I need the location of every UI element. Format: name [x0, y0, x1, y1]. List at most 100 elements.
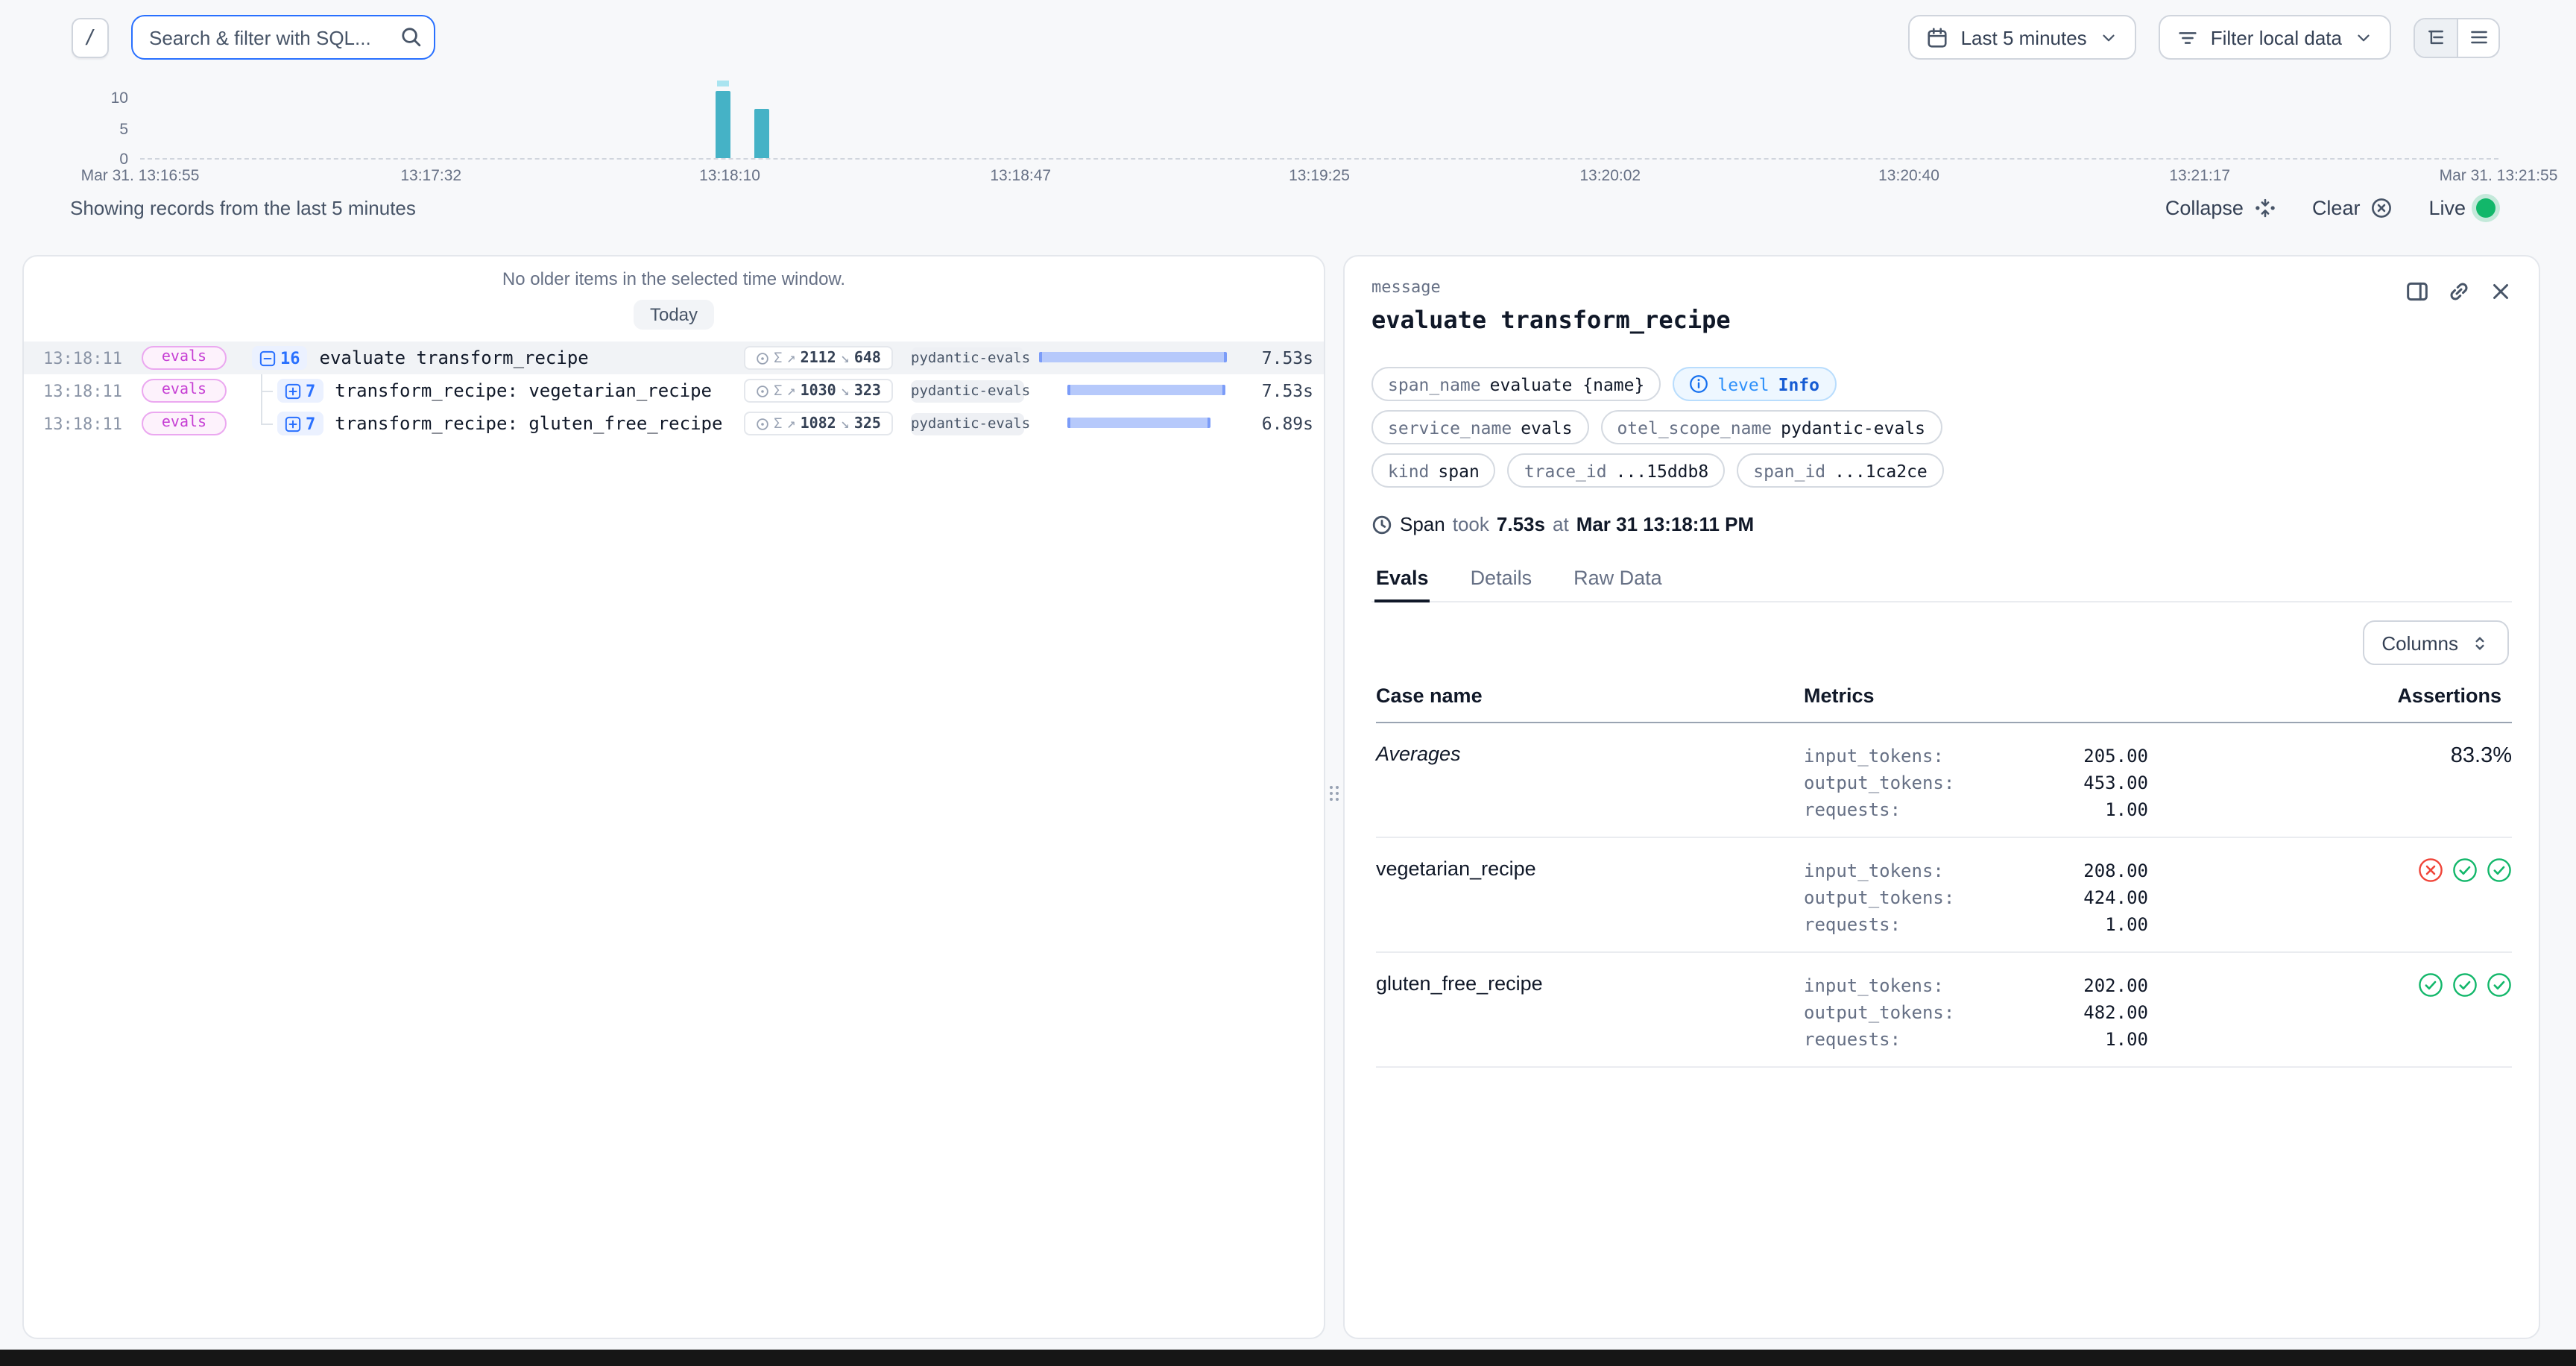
attribute-chip-service_name[interactable]: service_nameevals [1371, 410, 1588, 444]
detail-tabs: Evals Details Raw Data [1371, 565, 2512, 602]
tree-view-toggle[interactable] [2415, 19, 2457, 56]
attribute-chip-span_name[interactable]: span_nameevaluate {name} [1371, 367, 1661, 401]
row-main: 16 evaluate transform_recipe [252, 346, 744, 370]
span-duration-bar [1039, 352, 1227, 364]
columns-button[interactable]: Columns [2362, 620, 2509, 665]
circle-x-icon [2370, 196, 2393, 218]
link-icon [2446, 278, 2471, 303]
assertion-pass-icon [2418, 972, 2443, 998]
record-kind-label: message [1371, 277, 2512, 297]
attribute-chip-level[interactable]: levelInfo [1673, 367, 1836, 401]
slash-shortcut-key[interactable]: / [72, 17, 109, 57]
records-status-text: Showing records from the last 5 minutes [70, 196, 416, 218]
tree-connector [252, 374, 277, 407]
span-name: transform_recipe: gluten_free_recipe [335, 413, 722, 434]
trace-row[interactable]: 13:18:11 evals 7 transform_recipe: glute… [24, 407, 1324, 440]
span-count-toggle[interactable]: 16 [252, 346, 308, 370]
metric-value: 1.00 [2105, 1026, 2148, 1053]
metric-value: 205.00 [2083, 743, 2148, 769]
panel-resizer[interactable] [1325, 255, 1343, 1339]
copy-link-button[interactable] [2443, 276, 2473, 306]
token-metrics-chip[interactable]: Σ↗2112↘648 [744, 346, 893, 370]
timing-took-word: took [1453, 513, 1489, 535]
span-count-toggle[interactable]: 7 [277, 412, 323, 435]
drag-handle-dots [1330, 786, 1340, 802]
span-name: transform_recipe: vegetarian_recipe [335, 380, 712, 401]
empty-window-note: No older items in the selected time wind… [24, 256, 1324, 289]
eval-case-row[interactable]: gluten_free_recipe input_tokens:202.00ou… [1376, 952, 2512, 1067]
attribute-value: span [1438, 460, 1479, 481]
tab-evals[interactable]: Evals [1374, 565, 1430, 601]
timing-duration: 7.53s [1497, 513, 1545, 535]
time-range-button[interactable]: Last 5 minutes [1909, 15, 2136, 60]
row-timestamp: 13:18:11 [43, 381, 130, 400]
x-axis-label: 13:21:17 [2169, 167, 2230, 185]
eval-case-row[interactable]: vegetarian_recipe input_tokens:208.00out… [1376, 837, 2512, 952]
span-duration-bar [1039, 385, 1227, 397]
x-axis-label: 13:17:32 [400, 167, 461, 185]
x-axis-label: 13:18:47 [990, 167, 1051, 185]
case-assertions: 83.3% [2154, 723, 2512, 837]
filter-label: Filter local data [2211, 26, 2342, 48]
metric-line: input_tokens:208.00 [1804, 857, 2148, 884]
dock-panel-button[interactable] [2402, 276, 2431, 306]
detail-header-actions [2402, 276, 2515, 306]
tab-details[interactable]: Details [1469, 565, 1534, 601]
time-range-label: Last 5 minutes [1961, 26, 2087, 48]
timing-timestamp: Mar 31 13:18:11 PM [1576, 513, 1754, 535]
live-indicator-dot [2476, 198, 2496, 217]
attribute-value: Info [1778, 374, 1819, 394]
metric-line: input_tokens: 202.00 [1804, 972, 2148, 999]
metric-label: input_tokens: [1804, 972, 1944, 999]
collapse-button[interactable]: Collapse [2165, 196, 2276, 218]
assertion-results [2418, 972, 2512, 998]
day-pill[interactable]: Today [634, 300, 714, 330]
trace-row[interactable]: 13:18:11 evals 16 evaluate transform_rec… [24, 342, 1324, 374]
token-icon [756, 417, 769, 430]
list-view-toggle[interactable] [2457, 19, 2498, 56]
token-metrics-chip[interactable]: Σ↗1082↘325 [744, 412, 893, 435]
x-axis-label: 13:19:25 [1289, 167, 1350, 185]
histogram-bar[interactable] [754, 109, 769, 158]
attribute-key: trace_id [1524, 460, 1607, 481]
service-badge[interactable]: evals [142, 412, 227, 435]
input-tokens-arrow: ↗ [787, 350, 796, 366]
attribute-chip-kind[interactable]: kindspan [1371, 453, 1496, 488]
eval-case-row[interactable]: Averages input_tokens:205.00output_token… [1376, 723, 2512, 837]
tab-raw-data[interactable]: Raw Data [1572, 565, 1664, 601]
close-icon [2487, 278, 2513, 303]
header-metrics[interactable]: Metrics [1804, 684, 2154, 723]
filter-local-data-button[interactable]: Filter local data [2159, 15, 2391, 60]
attribute-chip-otel_scope_name[interactable]: otel_scope_namepydantic-evals [1600, 410, 1942, 444]
input-tokens-arrow: ↗ [787, 383, 796, 399]
close-panel-button[interactable] [2485, 276, 2515, 306]
otel-scope-chip: pydantic-evals [911, 412, 1024, 435]
evals-table-header: Case name Metrics Assertions [1376, 684, 2512, 723]
row-timestamp: 13:18:11 [43, 414, 130, 433]
token-metrics-chip[interactable]: Σ↗1030↘323 [744, 379, 893, 403]
timeline-histogram[interactable]: 1050 Mar 31. 13:16:5513:17:3213:18:1013:… [0, 78, 2576, 194]
attribute-value: ...1ca2ce [1834, 460, 1928, 481]
attribute-value: pydantic-evals [1781, 417, 1925, 438]
metric-value: 208.00 [2083, 857, 2148, 884]
header-assertions[interactable]: Assertions [2154, 684, 2512, 723]
span-count-toggle[interactable]: 7 [277, 379, 323, 403]
header-case-name[interactable]: Case name [1376, 684, 1804, 723]
search-input[interactable] [131, 15, 435, 60]
assertion-pass-icon [2452, 972, 2478, 998]
trace-list-panel: No older items in the selected time wind… [22, 255, 1325, 1339]
histogram-bar[interactable] [715, 91, 730, 158]
service-badge[interactable]: evals [142, 346, 227, 370]
topbar: / Last 5 minutes Filter local data [0, 0, 2576, 75]
expand-children-icon [285, 383, 301, 399]
input-tokens-sum: 1082 [801, 415, 836, 432]
attribute-chip-span_id[interactable]: span_id...1ca2ce [1737, 453, 1944, 488]
live-toggle[interactable]: Live [2428, 196, 2496, 218]
info-icon [1689, 374, 1708, 394]
case-metrics: input_tokens:208.00output_tokens:424.00r… [1804, 837, 2154, 952]
metric-value: 202.00 [2083, 972, 2148, 999]
clear-button[interactable]: Clear [2312, 196, 2393, 218]
service-badge[interactable]: evals [142, 379, 227, 403]
attribute-chip-trace_id[interactable]: trace_id...15ddb8 [1508, 453, 1725, 488]
trace-row[interactable]: 13:18:11 evals 7 transform_recipe: veget… [24, 374, 1324, 407]
